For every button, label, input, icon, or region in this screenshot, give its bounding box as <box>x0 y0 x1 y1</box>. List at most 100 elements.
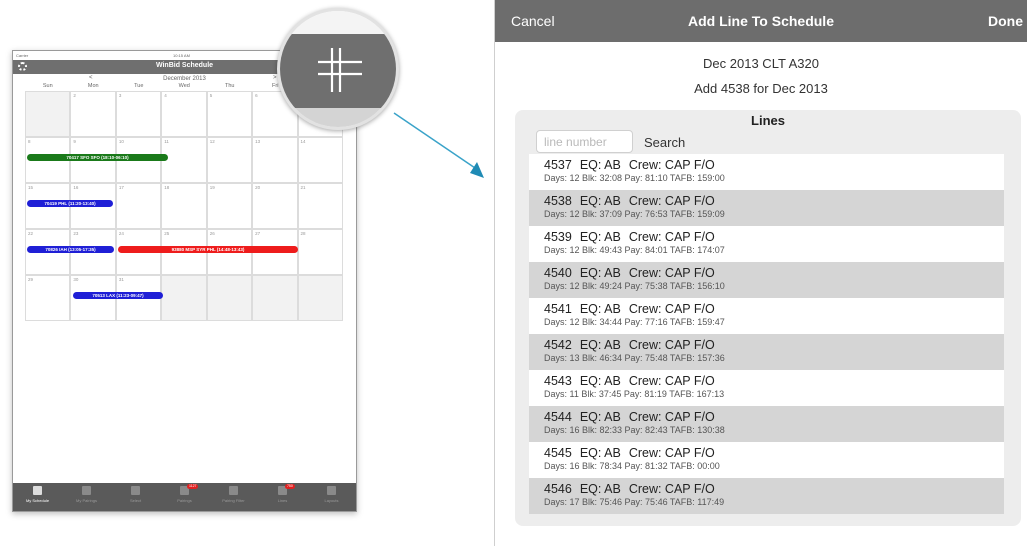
line-summary: 4540 EQ: AB Crew: CAP F/O <box>544 266 1004 280</box>
tab-label: Pairing Filter <box>222 498 245 503</box>
lines-panel-title: Lines <box>751 113 785 128</box>
line-equipment: EQ: AB <box>579 158 621 172</box>
next-month-button[interactable]: > <box>273 75 277 81</box>
line-row[interactable]: 4543 EQ: AB Crew: CAP F/O Days: 11 Blk: 37… <box>529 370 1004 406</box>
tab-label: Layouts <box>324 498 339 503</box>
day-cell[interactable] <box>297 275 343 321</box>
trip-bar[interactable]: 70417 SFO SFO (18:10-06:10) <box>27 154 168 161</box>
line-summary: 4537 EQ: AB Crew: CAP F/O <box>544 158 1004 172</box>
day-cell[interactable]: 29 <box>25 275 71 321</box>
line-summary: 4545 EQ: AB Crew: CAP F/O <box>544 446 1004 460</box>
day-cell[interactable]: 17 <box>115 183 162 229</box>
line-number-input[interactable] <box>536 130 633 153</box>
lines-panel: Lines Search 4537 EQ: AB Crew: CAP F/O Day… <box>515 110 1021 526</box>
line-row[interactable]: 4540 EQ: AB Crew: CAP F/O Days: 12 Blk: 49… <box>529 262 1004 298</box>
line-row[interactable]: 4539 EQ: AB Crew: CAP F/O Days: 12 Blk: 49… <box>529 226 1004 262</box>
line-details: Days: 17 Blk: 75:46 Pay: 75:46 TAFB: 117… <box>544 497 725 507</box>
tab-my-schedule[interactable]: My Schedule <box>13 483 62 511</box>
tab-label: My Schedule <box>25 498 50 503</box>
flag-icon <box>33 486 42 495</box>
magnifier-callout <box>277 8 399 130</box>
line-number: 4541 <box>544 302 572 316</box>
weekday-label: Wed <box>178 83 190 89</box>
day-cell[interactable]: 3 <box>115 91 162 137</box>
day-cell[interactable] <box>206 275 253 321</box>
screenshot-stage: Carrier 10:15 AM WinBid Schedule < Decem… <box>0 0 1027 546</box>
line-row[interactable]: 4541 EQ: AB Crew: CAP F/O Days: 12 Blk: 34… <box>529 298 1004 334</box>
day-cell[interactable]: 2 <box>70 91 116 137</box>
line-details: Days: 12 Blk: 37:09 Pay: 76:53 TAFB: 159… <box>544 209 725 219</box>
day-cell[interactable]: 19 <box>206 183 253 229</box>
line-equipment: EQ: AB <box>579 302 621 316</box>
line-equipment: EQ: AB <box>579 410 621 424</box>
line-row[interactable]: 4542 EQ: AB Crew: CAP F/O Days: 13 Blk: 46… <box>529 334 1004 370</box>
status-time: 10:15 AM <box>173 53 190 58</box>
line-row[interactable]: 4545 EQ: AB Crew: CAP F/O Days: 16 Blk: 78… <box>529 442 1004 478</box>
line-equipment: EQ: AB <box>579 194 621 208</box>
tab-layouts[interactable]: Layouts <box>307 483 356 511</box>
weekday-label: Tue <box>134 83 144 89</box>
tab-my-pairings[interactable]: My Pairings <box>62 483 111 511</box>
line-details: Days: 12 Blk: 32:08 Pay: 81:10 TAFB: 159… <box>544 173 725 183</box>
tab-lines[interactable]: 750 Lines <box>258 483 307 511</box>
trip-bar[interactable]: 70826 IAH (13:05-17:35) <box>27 246 114 253</box>
day-cell[interactable] <box>252 275 298 321</box>
trip-bar[interactable]: 70513 LAX (11:23-09:47) <box>73 292 163 299</box>
line-equipment: EQ: AB <box>579 374 621 388</box>
line-crew: Crew: CAP F/O <box>628 374 715 388</box>
line-details: Days: 11 Blk: 37:45 Pay: 81:19 TAFB: 167… <box>544 389 725 399</box>
line-details: Days: 12 Blk: 34:44 Pay: 77:16 TAFB: 159… <box>544 317 725 327</box>
line-details: Days: 13 Blk: 46:34 Pay: 75:48 TAFB: 157… <box>544 353 725 363</box>
day-cell[interactable] <box>161 275 207 321</box>
tab-bar: My Schedule My Pairings Select 1127 Pair… <box>13 483 356 511</box>
day-cell[interactable]: 13 <box>252 137 298 183</box>
day-cell[interactable]: 21 <box>297 183 343 229</box>
tab-pairings[interactable]: 1127 Pairings <box>160 483 209 511</box>
lines-count-badge: 750 <box>284 484 295 489</box>
line-equipment: EQ: AB <box>579 230 621 244</box>
day-cell[interactable]: 18 <box>161 183 207 229</box>
line-crew: Crew: CAP F/O <box>628 446 715 460</box>
trip-bar[interactable]: 70419 PHL (11:20-13:40) <box>27 200 113 207</box>
weekday-label: Thu <box>225 83 235 89</box>
day-cell[interactable]: 28 <box>297 229 343 275</box>
cancel-button[interactable]: Cancel <box>511 13 555 29</box>
done-button[interactable]: Done <box>988 13 1023 29</box>
layouts-icon <box>327 486 336 495</box>
line-summary: 4543 EQ: AB Crew: CAP F/O <box>544 374 1004 388</box>
line-row[interactable]: 4537 EQ: AB Crew: CAP F/O Days: 12 Blk: 32… <box>529 154 1004 190</box>
line-summary: 4538 EQ: AB Crew: CAP F/O <box>544 194 1004 208</box>
day-cell[interactable]: 4 <box>161 91 207 137</box>
day-cell[interactable]: 14 <box>297 137 343 183</box>
line-number: 4540 <box>544 266 572 280</box>
trip-bar[interactable]: 93880 MSP SYR PHL (14:48-13:43) <box>118 246 298 253</box>
weekday-label: Mon <box>87 83 99 89</box>
calendar-week: 15 16 17 18 19 20 21 70419 PHL (11:20-13… <box>25 183 343 229</box>
line-crew: Crew: CAP F/O <box>628 194 715 208</box>
line-row[interactable]: 4544 EQ: AB Crew: CAP F/O Days: 16 Blk: 82… <box>529 406 1004 442</box>
tab-pairing-filter[interactable]: Pairing Filter <box>209 483 258 511</box>
add-lines-icon[interactable] <box>316 46 364 94</box>
line-row[interactable]: 4538 EQ: AB Crew: CAP F/O Days: 12 Blk: 37… <box>529 190 1004 226</box>
search-button[interactable]: Search <box>644 135 685 150</box>
carrier-label: Carrier <box>16 53 29 58</box>
line-row[interactable]: 4546 EQ: AB Crew: CAP F/O Days: 17 Blk: 75… <box>529 478 1004 514</box>
day-cell[interactable]: 11 <box>161 137 207 183</box>
line-summary: 4542 EQ: AB Crew: CAP F/O <box>544 338 1004 352</box>
line-number: 4543 <box>544 374 572 388</box>
day-cell[interactable]: 12 <box>206 137 253 183</box>
line-details: Days: 12 Blk: 49:43 Pay: 84:01 TAFB: 174… <box>544 245 725 255</box>
line-number: 4544 <box>544 410 572 424</box>
calendar-week: 29 30 31 70513 LAX (11:23-09:47) <box>25 275 343 321</box>
line-crew: Crew: CAP F/O <box>628 302 715 316</box>
checkmark-icon <box>131 486 140 495</box>
day-cell[interactable]: 5 <box>206 91 253 137</box>
line-number: 4546 <box>544 482 572 496</box>
tab-label: My Pairings <box>76 498 97 503</box>
line-number: 4542 <box>544 338 572 352</box>
arrow-line <box>393 112 479 171</box>
schedule-subtitle: Dec 2013 CLT A320 <box>703 56 819 71</box>
day-cell[interactable]: 20 <box>252 183 298 229</box>
tab-select[interactable]: Select <box>111 483 160 511</box>
day-cell[interactable] <box>25 91 71 137</box>
